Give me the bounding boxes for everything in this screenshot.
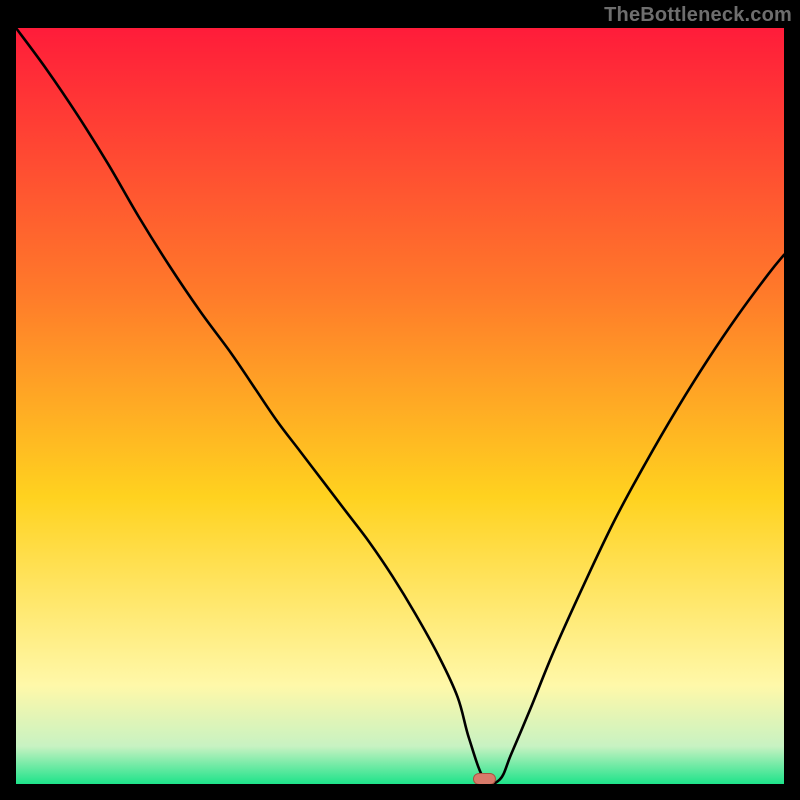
watermark-text: TheBottleneck.com <box>604 4 792 27</box>
plot-area <box>16 28 784 784</box>
bottleneck-chart <box>16 28 784 784</box>
chart-frame: TheBottleneck.com <box>0 0 800 800</box>
optimal-point-marker-icon <box>473 773 495 784</box>
gradient-background <box>16 28 784 784</box>
